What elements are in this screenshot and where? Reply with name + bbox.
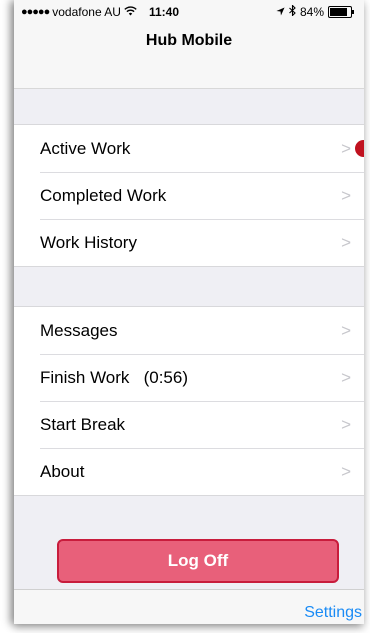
menu-item-about[interactable]: About > (14, 448, 364, 495)
chevron-right-icon: > (341, 233, 351, 252)
menu-item-label: Messages (40, 320, 118, 340)
menu-item-label: Finish Work (0:56) (40, 367, 189, 387)
menu-group-actions: Messages > Finish Work (0:56) > Start Br… (14, 306, 364, 496)
status-bar-right: 84% (276, 4, 354, 19)
menu-item-completed-work[interactable]: Completed Work > (14, 172, 364, 219)
screenshot-frame: ●●●●● vodafone AU 11:40 84% Hub Mobile A… (0, 0, 370, 633)
menu-item-label: Completed Work (40, 185, 167, 205)
chevron-right-icon: > (341, 186, 351, 205)
bottom-toolbar: Settings (14, 589, 364, 624)
chevron-right-icon: > (341, 415, 351, 434)
chevron-right-icon: > (341, 462, 351, 481)
chevron-right-icon: > (341, 321, 351, 340)
battery-icon (328, 6, 354, 18)
menu-item-label: Start Break (40, 414, 126, 434)
menu-item-start-break[interactable]: Start Break > (14, 401, 364, 448)
phone-screen: ●●●●● vodafone AU 11:40 84% Hub Mobile A… (14, 0, 364, 624)
notification-dot-icon (355, 140, 364, 157)
log-off-button[interactable]: Log Off (57, 539, 339, 583)
menu-item-label: About (40, 461, 85, 481)
menu-item-active-work[interactable]: Active Work > (14, 125, 364, 172)
bluetooth-icon (289, 4, 296, 19)
menu-item-work-history[interactable]: Work History > (14, 219, 364, 266)
menu-item-messages[interactable]: Messages > (14, 307, 364, 354)
menu-group-work: Active Work > Completed Work > Work Hist… (14, 124, 364, 267)
page-title: Hub Mobile (145, 32, 233, 49)
status-time: 11:40 (148, 5, 180, 19)
settings-button[interactable]: Settings (304, 604, 362, 622)
chevron-right-icon: > (341, 139, 351, 158)
battery-percent: 84% (299, 5, 324, 19)
menu-item-label: Active Work (40, 138, 131, 158)
menu-item-finish-work[interactable]: Finish Work (0:56) > (14, 354, 364, 401)
location-arrow-icon (276, 5, 285, 19)
status-bar: ●●●●● vodafone AU 11:40 84% (14, 0, 364, 24)
menu-item-label: Work History (40, 232, 137, 252)
chevron-right-icon: > (341, 368, 351, 387)
